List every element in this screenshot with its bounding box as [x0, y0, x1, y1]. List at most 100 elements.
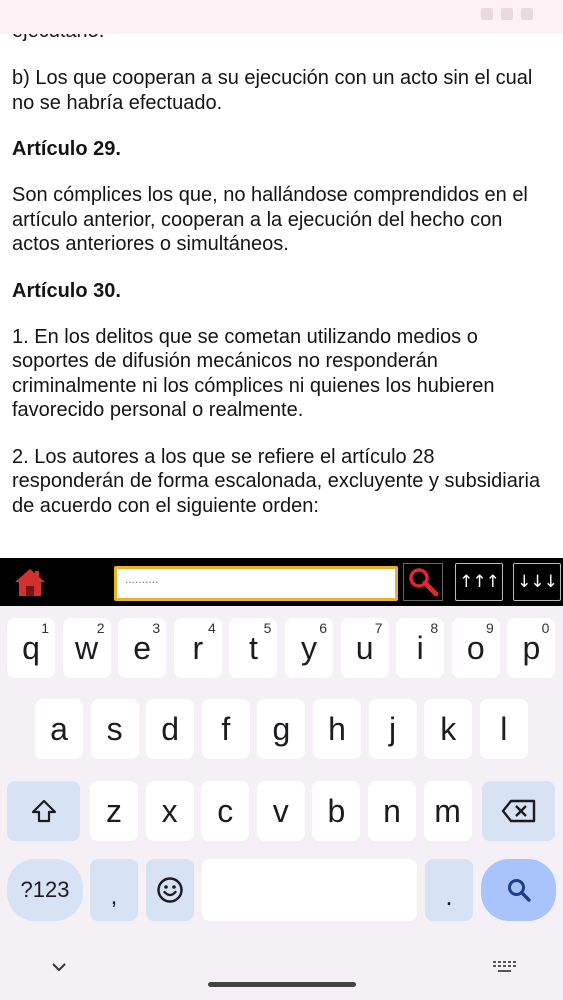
gesture-bar: [208, 982, 356, 987]
key-label: c: [217, 792, 234, 829]
key-label: o: [466, 629, 485, 666]
key-i[interactable]: i8: [396, 618, 445, 678]
period-key[interactable]: .: [425, 859, 473, 921]
home-icon: [15, 569, 45, 596]
battery-icon: [521, 8, 533, 20]
key-d[interactable]: d: [146, 699, 195, 759]
key-c[interactable]: c: [201, 781, 250, 841]
key-p[interactable]: p0: [507, 618, 556, 678]
key-label: u: [355, 629, 374, 666]
paragraph: Son cómplices los que, no hallándose com…: [12, 184, 528, 255]
shift-key[interactable]: [7, 781, 80, 841]
keyboard-switch-icon[interactable]: [492, 960, 518, 974]
key-label: p: [522, 629, 541, 666]
search-icon: [507, 879, 531, 902]
key-s[interactable]: s: [90, 699, 139, 759]
key-e[interactable]: e3: [118, 618, 167, 678]
key-hint-number: 7: [374, 620, 383, 636]
key-hint-number: 3: [152, 620, 161, 636]
key-m[interactable]: m: [423, 781, 472, 841]
emoji-icon: [157, 877, 183, 903]
status-icons: [481, 8, 533, 20]
key-hint-number: 2: [96, 620, 105, 636]
paragraph: b) Los que cooperan a su ejecución con u…: [12, 67, 533, 114]
search-input[interactable]: [125, 572, 387, 586]
key-label: j: [389, 710, 397, 747]
backspace-icon: [501, 799, 535, 823]
key-k[interactable]: k: [424, 699, 473, 759]
key-hint-number: 0: [541, 620, 550, 636]
key-label: r: [192, 629, 204, 666]
symbols-key[interactable]: ?123: [7, 859, 83, 921]
key-label: d: [161, 710, 180, 747]
key-j[interactable]: j: [368, 699, 417, 759]
comma-label: ,: [110, 883, 118, 910]
key-g[interactable]: g: [257, 699, 306, 759]
key-f[interactable]: f: [201, 699, 250, 759]
key-z[interactable]: z: [90, 781, 138, 841]
next-match-button[interactable]: ↓↓↓: [513, 563, 561, 601]
document-body: b) Los que cooperan a su ejecución con u…: [12, 66, 552, 540]
signal-icon: [501, 8, 513, 20]
key-label: b: [327, 792, 346, 829]
key-hint-number: 4: [208, 620, 216, 636]
key-hint-number: 9: [486, 620, 494, 636]
key-b[interactable]: b: [312, 781, 361, 841]
key-label: l: [500, 710, 508, 747]
key-hint-number: 6: [319, 620, 327, 636]
search-key[interactable]: [481, 859, 556, 921]
key-label: h: [328, 710, 346, 747]
space-key[interactable]: [202, 859, 417, 921]
key-x[interactable]: x: [145, 781, 194, 841]
key-label: x: [161, 792, 178, 829]
key-label: a: [50, 710, 68, 747]
document-viewer[interactable]: ejecutario. b) Los que cooperan a su eje…: [0, 0, 563, 558]
key-label: e: [133, 629, 152, 666]
key-u[interactable]: u7: [340, 618, 389, 678]
search-field[interactable]: [114, 566, 398, 601]
virtual-keyboard: ?123 , . q1w2e3r4t5y6u7i8o9p0asdfghjklzx…: [0, 606, 563, 1000]
key-y[interactable]: y6: [285, 618, 333, 678]
key-label: i: [416, 629, 424, 666]
previous-match-button[interactable]: ↑↑↑: [455, 563, 503, 601]
search-button[interactable]: [403, 563, 443, 601]
key-hint-number: 8: [430, 620, 439, 636]
key-t[interactable]: t5: [229, 618, 278, 678]
hide-keyboard-icon[interactable]: [50, 958, 68, 976]
key-v[interactable]: v: [256, 781, 305, 841]
key-label: q: [22, 629, 40, 666]
article-heading: Artículo 30.: [12, 279, 121, 302]
key-l[interactable]: l: [479, 699, 528, 759]
comma-key[interactable]: ,: [90, 859, 138, 921]
magnifier-icon: [409, 568, 439, 597]
backspace-key[interactable]: [482, 781, 555, 841]
period-label: .: [445, 880, 453, 911]
status-bar: [0, 0, 563, 34]
key-hint-number: 1: [41, 620, 49, 636]
key-label: w: [75, 629, 99, 666]
key-r[interactable]: r4: [173, 618, 222, 678]
key-label: k: [440, 710, 457, 747]
shift-icon: [31, 799, 56, 823]
emoji-key[interactable]: [146, 859, 194, 921]
key-n[interactable]: n: [368, 781, 416, 841]
key-q[interactable]: q1: [7, 618, 55, 678]
paragraph: 2. Los autores a los que se refiere el a…: [12, 445, 541, 517]
article-heading: Artículo 29.: [12, 138, 121, 160]
key-label: s: [106, 710, 123, 747]
key-label: v: [272, 792, 289, 829]
key-label: g: [272, 710, 291, 747]
key-label: t: [248, 629, 258, 666]
key-a[interactable]: a: [35, 699, 83, 759]
search-toolbar: ↑↑↑ ↓↓↓: [0, 558, 563, 606]
home-button[interactable]: [10, 566, 50, 598]
key-label: z: [106, 792, 122, 829]
key-label: f: [221, 710, 231, 747]
key-w[interactable]: w2: [62, 618, 111, 678]
key-o[interactable]: o9: [451, 618, 500, 678]
key-h[interactable]: h: [313, 699, 361, 759]
key-label: m: [434, 792, 461, 829]
key-label: n: [383, 792, 401, 829]
key-hint-number: 5: [263, 620, 272, 636]
key-label: y: [301, 629, 317, 666]
